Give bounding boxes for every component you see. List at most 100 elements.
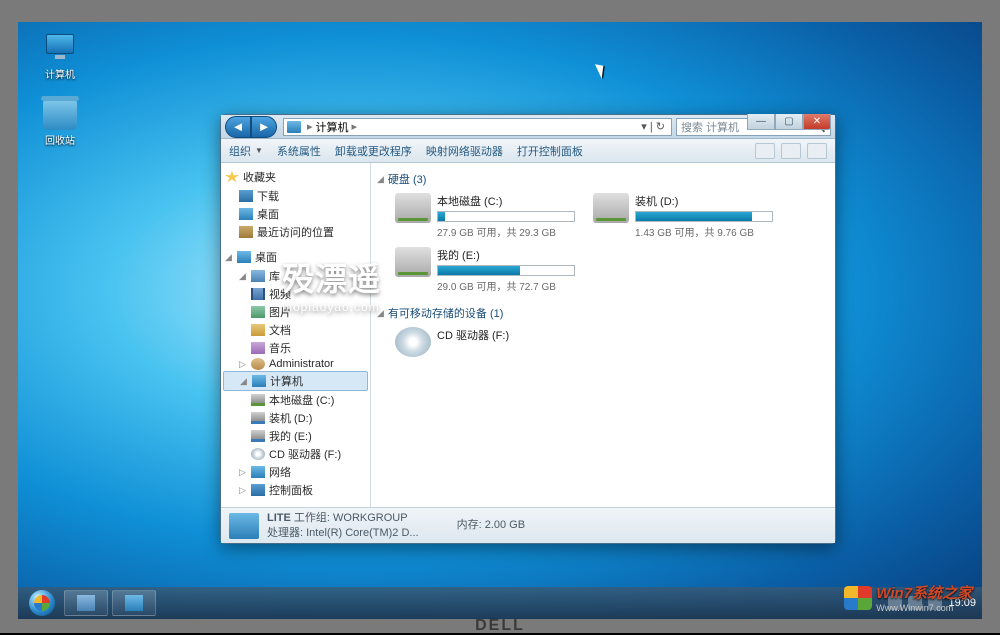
system-tray[interactable]: 19:09 [888, 596, 976, 610]
maximize-button[interactable]: ▢ [775, 114, 803, 130]
drive-stat: 27.9 GB 可用，共 29.3 GB [437, 224, 575, 239]
tree-documents[interactable]: 文档 [223, 321, 368, 339]
tray-flag-icon[interactable] [888, 596, 902, 610]
system-properties-button[interactable]: 系统属性 [277, 143, 321, 159]
star-icon [225, 171, 239, 183]
breadcrumb-sep-icon: ▸ [307, 120, 313, 133]
details-workgroup-value: WORKGROUP [333, 512, 408, 524]
drive-label: 本地磁盘 (C:) [437, 193, 575, 209]
taskbar[interactable]: 19:09 [18, 587, 982, 619]
clock[interactable]: 19:09 [948, 597, 976, 609]
tree-pictures[interactable]: 图片 [223, 303, 368, 321]
tree-control-panel[interactable]: ▷控制面板 [223, 481, 368, 499]
drive-label: 我的 (E:) [437, 247, 575, 263]
desktop-icon [239, 208, 253, 220]
map-drive-button[interactable]: 映射网络驱动器 [426, 143, 503, 159]
nav-back-button[interactable]: ◄ [225, 116, 251, 138]
close-button[interactable]: ✕ [803, 114, 831, 130]
tree-drive-f[interactable]: CD 驱动器 (F:) [223, 445, 368, 463]
tree-downloads[interactable]: 下载 [223, 187, 368, 205]
tree-recent[interactable]: 最近访问的位置 [223, 223, 368, 241]
hdd-icon [251, 394, 265, 406]
expand-icon[interactable]: ▷ [239, 467, 247, 478]
hdd-icon [395, 247, 431, 277]
open-control-panel-button[interactable]: 打开控制面板 [517, 143, 583, 159]
tree-videos[interactable]: 视频 [223, 285, 368, 303]
expand-icon[interactable]: ▷ [239, 359, 247, 370]
tree-administrator[interactable]: ▷Administrator [223, 357, 368, 371]
expand-icon[interactable]: ▷ [239, 485, 247, 496]
tree-drive-d[interactable]: 装机 (D:) [223, 409, 368, 427]
drive-stat: 1.43 GB 可用，共 9.76 GB [635, 224, 773, 239]
tree-desktop-root[interactable]: ◢桌面 [223, 247, 368, 267]
search-placeholder: 搜索 计算机 [681, 119, 739, 135]
cd-icon [395, 327, 431, 357]
video-icon [251, 288, 265, 300]
folder-icon [77, 595, 95, 611]
desktop-icon-label: 计算机 [30, 66, 90, 81]
drive-c[interactable]: 本地磁盘 (C:) 27.9 GB 可用，共 29.3 GB [395, 193, 575, 239]
address-dropdown-icon[interactable]: ▾ | ↻ [638, 120, 668, 133]
user-icon [251, 358, 265, 370]
tree-desktop[interactable]: 桌面 [223, 205, 368, 223]
details-pane: LITE 工作组: WORKGROUP 处理器: Intel(R) Core(T… [221, 507, 835, 543]
breadcrumb-item[interactable]: 计算机 [316, 119, 349, 135]
tree-drive-c[interactable]: 本地磁盘 (C:) [223, 391, 368, 409]
hdd-icon [251, 430, 265, 442]
help-button[interactable] [807, 143, 827, 159]
computer-icon [229, 513, 259, 539]
drive-d[interactable]: 装机 (D:) 1.43 GB 可用，共 9.76 GB [593, 193, 773, 239]
organize-menu[interactable]: 组织 [229, 143, 251, 159]
toolbar: 组织▼ 系统属性 卸载或更改程序 映射网络驱动器 打开控制面板 [221, 139, 835, 163]
tree-drive-e[interactable]: 我的 (E:) [223, 427, 368, 445]
section-hard-drives[interactable]: ◢硬盘 (3) [377, 169, 825, 191]
explorer-window: — ▢ ✕ ◄ ► ▸ 计算机 ▸ ▾ | ↻ 搜索 计算机 🔍 组织▼ 系统 [220, 114, 836, 544]
desktop-icon-recycle-bin[interactable]: 回收站 [30, 100, 90, 147]
collapse-icon[interactable]: ◢ [225, 252, 233, 263]
details-mem-label: 内存: [457, 519, 482, 531]
collapse-icon[interactable]: ◢ [240, 376, 248, 387]
tree-music[interactable]: 音乐 [223, 339, 368, 357]
tray-network-icon[interactable] [908, 596, 922, 610]
address-bar[interactable]: ▸ 计算机 ▸ ▾ | ↻ [283, 118, 672, 136]
tree-libraries[interactable]: ◢库 [223, 267, 368, 285]
collapse-icon[interactable]: ◢ [377, 174, 384, 185]
drive-f[interactable]: CD 驱动器 (F:) [395, 327, 575, 357]
picture-icon [251, 306, 265, 318]
details-pc-name: LITE [267, 512, 291, 524]
recycle-bin-icon [43, 100, 77, 130]
details-cpu-value: Intel(R) Core(TM)2 D... [306, 527, 418, 539]
drive-label: 装机 (D:) [635, 193, 773, 209]
nav-forward-button[interactable]: ► [251, 116, 277, 138]
usage-bar [635, 211, 773, 222]
cd-icon [251, 448, 265, 460]
tray-volume-icon[interactable] [928, 596, 942, 610]
control-panel-icon [251, 484, 265, 496]
view-options-button[interactable] [755, 143, 775, 159]
task-app[interactable] [112, 590, 156, 616]
tree-favorites[interactable]: 收藏夹 [223, 167, 368, 187]
laptop-brand: DELL [475, 617, 525, 635]
desktop-icon-label: 回收站 [30, 132, 90, 147]
navigation-tree[interactable]: 收藏夹 下载 桌面 最近访问的位置 ◢桌面 ◢库 视频 图片 文档 音乐 ▷Ad… [221, 163, 371, 543]
desktop-icon-computer[interactable]: 计算机 [30, 34, 90, 81]
hdd-icon [593, 193, 629, 223]
start-button[interactable] [24, 589, 60, 617]
section-removable[interactable]: ◢有可移动存储的设备 (1) [377, 303, 825, 325]
uninstall-button[interactable]: 卸载或更改程序 [335, 143, 412, 159]
app-icon [125, 595, 143, 611]
tree-computer[interactable]: ◢计算机 [223, 371, 368, 391]
titlebar[interactable]: ◄ ► ▸ 计算机 ▸ ▾ | ↻ 搜索 计算机 🔍 [221, 115, 835, 139]
drive-e[interactable]: 我的 (E:) 29.0 GB 可用，共 72.7 GB [395, 247, 575, 293]
preview-pane-button[interactable] [781, 143, 801, 159]
details-workgroup-label: 工作组: [294, 512, 330, 524]
document-icon [251, 324, 265, 336]
desktop-icon [237, 251, 251, 263]
task-explorer[interactable] [64, 590, 108, 616]
collapse-icon[interactable]: ◢ [239, 271, 247, 282]
minimize-button[interactable]: — [747, 114, 775, 130]
hdd-icon [251, 412, 265, 424]
collapse-icon[interactable]: ◢ [377, 308, 384, 319]
content-pane[interactable]: ◢硬盘 (3) 本地磁盘 (C:) 27.9 GB 可用，共 29.3 GB [371, 163, 835, 543]
tree-network[interactable]: ▷网络 [223, 463, 368, 481]
